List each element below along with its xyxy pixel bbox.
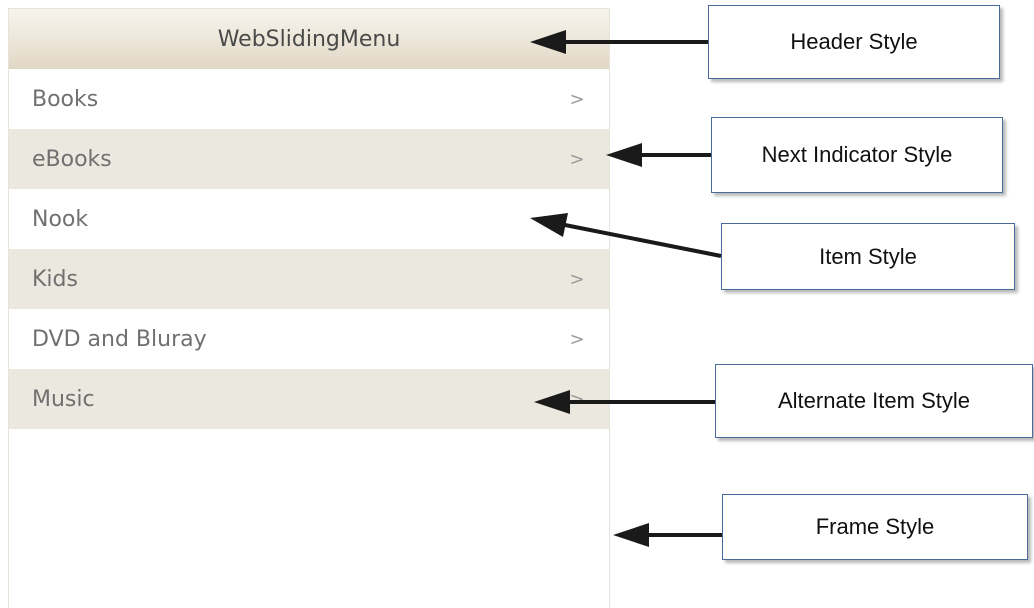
- next-indicator-icon: >: [569, 268, 585, 290]
- callout-item-style: Item Style: [721, 223, 1015, 290]
- menu-item-label: Music: [32, 386, 95, 412]
- menu-item-list: Books > eBooks > Nook Kids > DVD and Blu…: [9, 69, 609, 429]
- menu-item-label: Nook: [32, 206, 89, 232]
- callout-header-style: Header Style: [708, 5, 1000, 79]
- menu-header: WebSlidingMenu: [9, 9, 609, 69]
- callout-next-indicator-style: Next Indicator Style: [711, 117, 1003, 193]
- callout-alternate-item-style: Alternate Item Style: [715, 364, 1033, 438]
- menu-item-label: Kids: [32, 266, 78, 292]
- menu-item-kids[interactable]: Kids >: [9, 249, 609, 309]
- next-indicator-icon: >: [569, 148, 585, 170]
- menu-item-ebooks[interactable]: eBooks >: [9, 129, 609, 189]
- menu-item-nook[interactable]: Nook: [9, 189, 609, 249]
- menu-item-music[interactable]: Music >: [9, 369, 609, 429]
- menu-item-label: Books: [32, 86, 99, 112]
- arrow-frame-style: [613, 523, 722, 547]
- sliding-menu-frame: WebSlidingMenu Books > eBooks > Nook Kid…: [8, 8, 610, 608]
- next-indicator-icon: >: [569, 88, 585, 110]
- arrow-next-indicator-style: [606, 143, 711, 167]
- menu-item-label: DVD and Bluray: [32, 326, 207, 352]
- menu-item-label: eBooks: [32, 146, 112, 172]
- next-indicator-icon: >: [569, 388, 585, 410]
- next-indicator-icon: >: [569, 328, 585, 350]
- menu-item-dvd-and-bluray[interactable]: DVD and Bluray >: [9, 309, 609, 369]
- callout-frame-style: Frame Style: [722, 494, 1028, 560]
- menu-item-books[interactable]: Books >: [9, 69, 609, 129]
